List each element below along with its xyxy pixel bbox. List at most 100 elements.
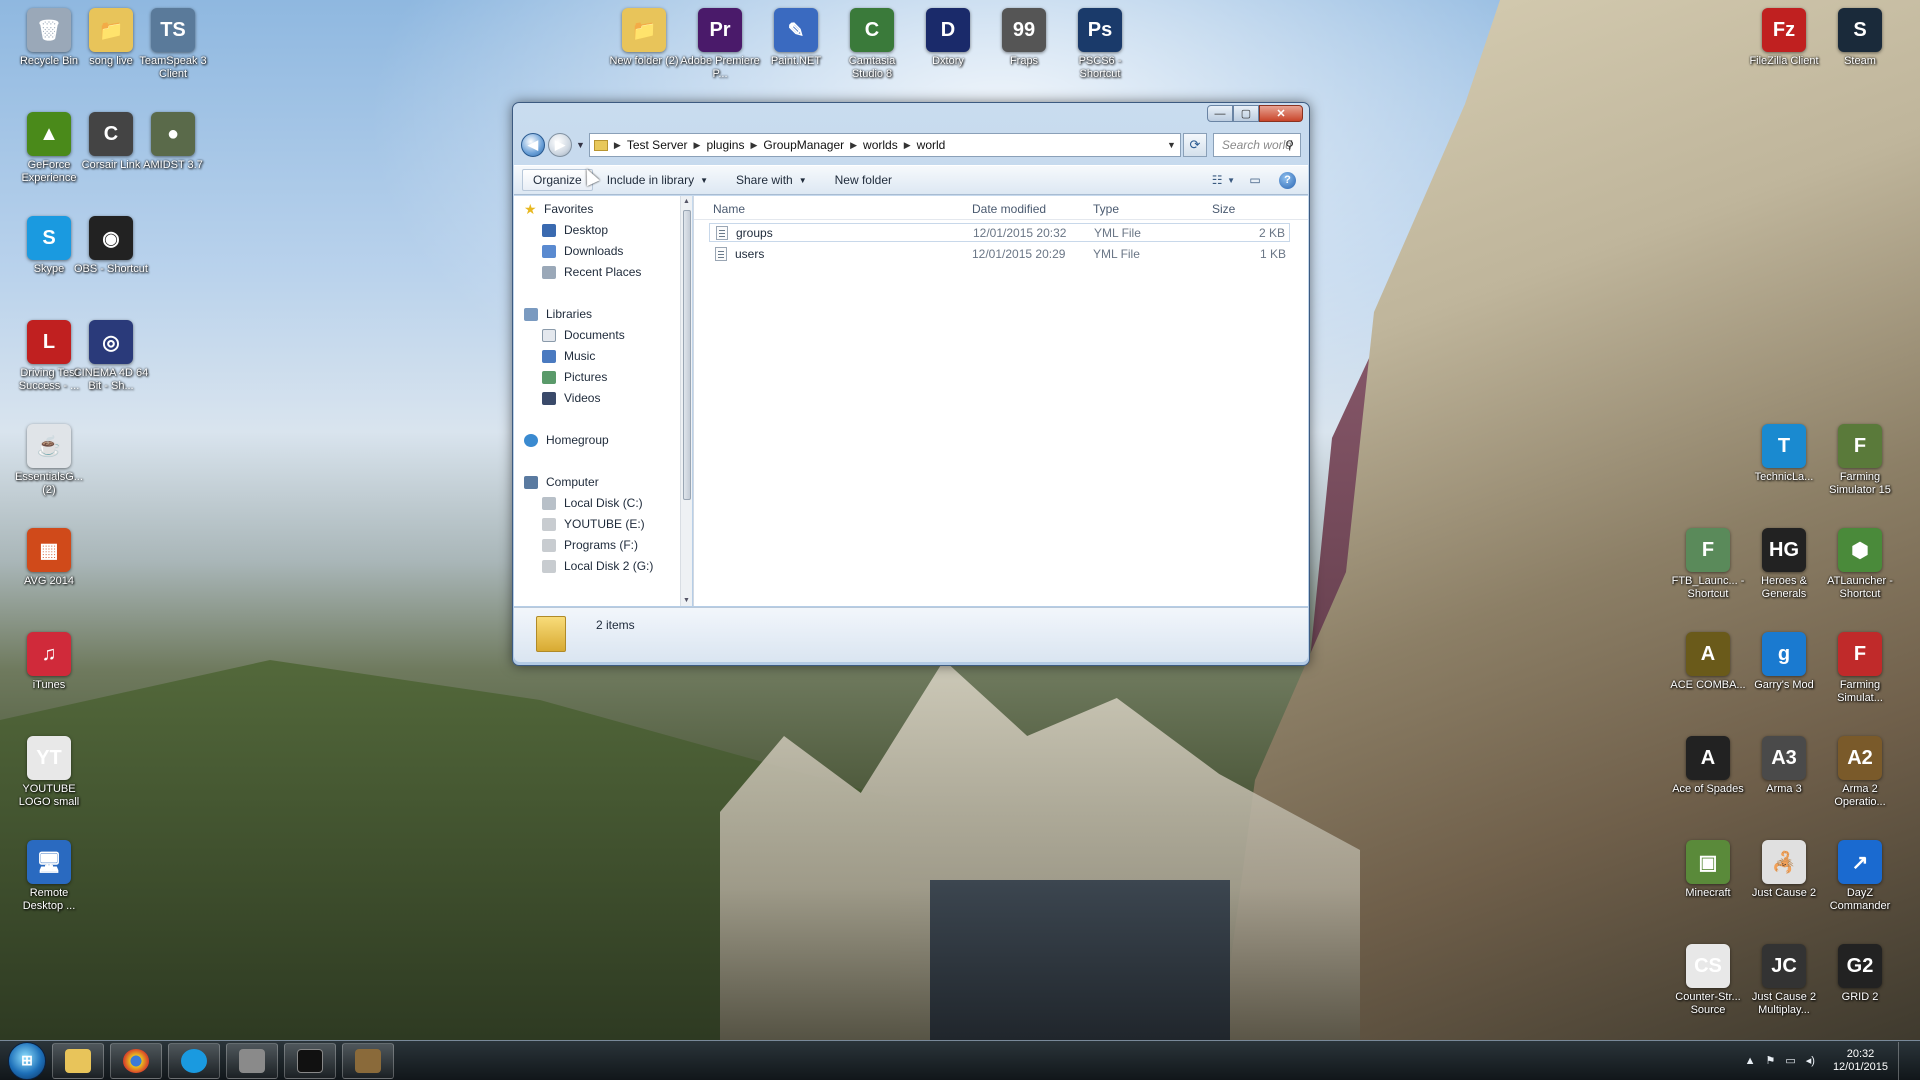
nav-downloads[interactable]: Downloads	[542, 242, 623, 260]
breadcrumb-world[interactable]: world	[917, 138, 946, 152]
desktop-icon-just-cause-2[interactable]: 🦂 Just Cause 2	[1745, 840, 1823, 924]
nav-libraries[interactable]: Libraries	[524, 305, 592, 323]
nav-recent-places[interactable]: Recent Places	[542, 263, 641, 281]
nav-videos[interactable]: Videos	[542, 389, 600, 407]
desktop-icon-ace-comba[interactable]: A ACE COMBA...	[1669, 632, 1747, 716]
chevron-down-icon[interactable]: ▼	[1227, 176, 1235, 185]
breadcrumb-worlds[interactable]: worlds	[863, 138, 898, 152]
scroll-down-icon[interactable]: ▼	[683, 597, 690, 604]
taskbar-cmd[interactable]	[284, 1042, 336, 1079]
desktop-icon-just-cause-2-multiplay[interactable]: JC Just Cause 2 Multiplay...	[1745, 944, 1823, 1028]
desktop-icon-obs-shortcut[interactable]: ◉ OBS - Shortcut	[72, 216, 150, 300]
search-input[interactable]: Search world ⚲	[1212, 133, 1301, 157]
desktop-icon-camtasia-studio-8[interactable]: C Camtasia Studio 8	[833, 8, 911, 92]
address-bar[interactable]: ▶ Test Server ▶ plugins ▶ GroupManager ▶…	[588, 133, 1181, 157]
chevron-right-icon[interactable]: ▶	[750, 140, 757, 151]
volume-icon[interactable]: ◂)	[1806, 1054, 1815, 1067]
desktop-icon-amidst-3-7[interactable]: ● AMIDST 3.7	[134, 112, 212, 196]
desktop-icon-atlauncher-shortcut[interactable]: ⬢ ATLauncher - Shortcut	[1821, 528, 1899, 612]
taskbar-paint[interactable]	[226, 1042, 278, 1079]
chevron-up-icon[interactable]: ▲	[1745, 1055, 1756, 1067]
file-list[interactable]: Name Date modified Type Size groups 12/0…	[693, 196, 1308, 606]
desktop-icon-counter-str-source[interactable]: CS Counter-Str... Source	[1669, 944, 1747, 1028]
recent-pages-dropdown[interactable]: ▼	[576, 140, 585, 150]
taskbar-skype[interactable]	[168, 1042, 220, 1079]
scroll-up-icon[interactable]: ▲	[683, 198, 690, 205]
desktop-icon-garry-s-mod[interactable]: g Garry's Mod	[1745, 632, 1823, 716]
nav-desktop[interactable]: Desktop	[542, 221, 608, 239]
desktop-icon-cinema-4d-64-bit-sh[interactable]: ◎ CINEMA 4D 64 Bit - Sh...	[72, 320, 150, 404]
help-icon[interactable]: ?	[1279, 171, 1296, 189]
include-in-library-button[interactable]: Include in library ▼	[593, 166, 722, 194]
column-type[interactable]: Type	[1093, 202, 1119, 216]
desktop-icon-fraps[interactable]: 99 Fraps	[985, 8, 1063, 92]
desktop-icon-remote-desktop[interactable]: 🖥 Remote Desktop ...	[10, 840, 88, 924]
desktop-icon-farming-simulat[interactable]: F Farming Simulat...	[1821, 632, 1899, 716]
minimize-button[interactable]: —	[1207, 105, 1233, 122]
nav-local-disk-c[interactable]: Local Disk (C:)	[542, 494, 643, 512]
address-dropdown-icon[interactable]: ▼	[1167, 140, 1176, 150]
explorer-window[interactable]: — ▢ ✕ ◀ ▶ ▼ ▶ Test Server ▶ plugins ▶ Gr…	[512, 102, 1310, 666]
preview-pane-icon[interactable]: ▭	[1245, 171, 1265, 189]
nav-pictures[interactable]: Pictures	[542, 368, 607, 386]
breadcrumb-test-server[interactable]: Test Server	[627, 138, 688, 152]
scrollbar-thumb[interactable]	[683, 210, 691, 500]
desktop-icon-filezilla-client[interactable]: Fz FileZilla Client	[1745, 8, 1823, 92]
desktop-icon-dayz-commander[interactable]: ↗ DayZ Commander	[1821, 840, 1899, 924]
desktop-icon-arma-2-operatio[interactable]: A2 Arma 2 Operatio...	[1821, 736, 1899, 820]
view-options-icon[interactable]: ☷	[1207, 171, 1227, 189]
new-folder-button[interactable]: New folder	[821, 166, 906, 194]
nav-youtube-e[interactable]: YOUTUBE (E:)	[542, 515, 645, 533]
desktop-icon-minecraft[interactable]: ▣ Minecraft	[1669, 840, 1747, 924]
back-button[interactable]: ◀	[521, 133, 545, 157]
file-row-groups[interactable]: groups 12/01/2015 20:32 YML File 2 KB	[709, 223, 1290, 242]
refresh-button[interactable]: ⟳	[1182, 133, 1207, 157]
nav-programs-f[interactable]: Programs (F:)	[542, 536, 638, 554]
desktop-icon-itunes[interactable]: ♫ iTunes	[10, 632, 88, 716]
desktop-icon-new-folder-2[interactable]: 📁 New folder (2)	[605, 8, 683, 92]
close-button[interactable]: ✕	[1259, 105, 1303, 122]
desktop-icon-technicla[interactable]: T TechnicLa...	[1745, 424, 1823, 508]
desktop-icon-grid-2[interactable]: G2 GRID 2	[1821, 944, 1899, 1028]
taskbar-chrome[interactable]	[110, 1042, 162, 1079]
breadcrumb-plugins[interactable]: plugins	[706, 138, 744, 152]
flag-icon[interactable]: ⚑	[1765, 1054, 1775, 1067]
nav-pane-scrollbar[interactable]: ▲ ▼	[680, 196, 692, 606]
chevron-right-icon[interactable]: ▶	[904, 140, 911, 151]
chevron-right-icon[interactable]: ▶	[614, 140, 621, 151]
desktop-icon-dxtory[interactable]: D Dxtory	[909, 8, 987, 92]
breadcrumb-groupmanager[interactable]: GroupManager	[763, 138, 844, 152]
file-row-users[interactable]: users 12/01/2015 20:29 YML File 1 KB	[709, 244, 1290, 263]
start-button[interactable]: ⊞	[8, 1041, 46, 1080]
column-name[interactable]: Name	[713, 202, 745, 216]
desktop-icon-avg-2014[interactable]: ▦ AVG 2014	[10, 528, 88, 612]
chevron-right-icon[interactable]: ▶	[694, 140, 701, 151]
nav-favorites[interactable]: ★ Favorites	[524, 200, 593, 218]
network-icon[interactable]: ▭	[1785, 1054, 1795, 1067]
show-desktop-button[interactable]	[1898, 1041, 1910, 1080]
desktop-icon-heroes-generals[interactable]: HG Heroes & Generals	[1745, 528, 1823, 612]
desktop-icon-adobe-premiere-p[interactable]: Pr Adobe Premiere P...	[680, 8, 760, 92]
taskbar-explorer[interactable]	[52, 1042, 104, 1079]
nav-homegroup[interactable]: Homegroup	[524, 431, 609, 449]
desktop-icon-ace-of-spades[interactable]: A Ace of Spades	[1669, 736, 1747, 820]
desktop-icon-paint-net[interactable]: ✎ Paint.NET	[757, 8, 835, 92]
nav-music[interactable]: Music	[542, 347, 595, 365]
column-size[interactable]: Size	[1212, 202, 1235, 216]
column-date-modified[interactable]: Date modified	[972, 202, 1046, 216]
desktop-icon-pscs6-shortcut[interactable]: Ps PSCS6 - Shortcut	[1061, 8, 1139, 92]
nav-computer[interactable]: Computer	[524, 473, 599, 491]
desktop-icon-essentialsg-2[interactable]: ☕ EssentialsG... (2)	[10, 424, 88, 508]
desktop-icon-ftb-launc-shortcut[interactable]: F FTB_Launc... - Shortcut	[1669, 528, 1747, 612]
chevron-right-icon[interactable]: ▶	[850, 140, 857, 151]
desktop-icon-steam[interactable]: S Steam	[1821, 8, 1899, 92]
search-icon[interactable]: ⚲	[1285, 138, 1294, 152]
maximize-button[interactable]: ▢	[1233, 105, 1259, 122]
forward-button[interactable]: ▶	[548, 133, 572, 157]
share-with-button[interactable]: Share with ▼	[722, 166, 821, 194]
clock[interactable]: 20:32 12/01/2015	[1833, 1048, 1888, 1074]
desktop-icon-youtube-logo-small[interactable]: YT YOUTUBE LOGO small	[10, 736, 88, 820]
taskbar-minecraft-server[interactable]	[342, 1042, 394, 1079]
nav-local-disk-2-g[interactable]: Local Disk 2 (G:)	[542, 557, 653, 575]
nav-documents[interactable]: Documents	[542, 326, 625, 344]
